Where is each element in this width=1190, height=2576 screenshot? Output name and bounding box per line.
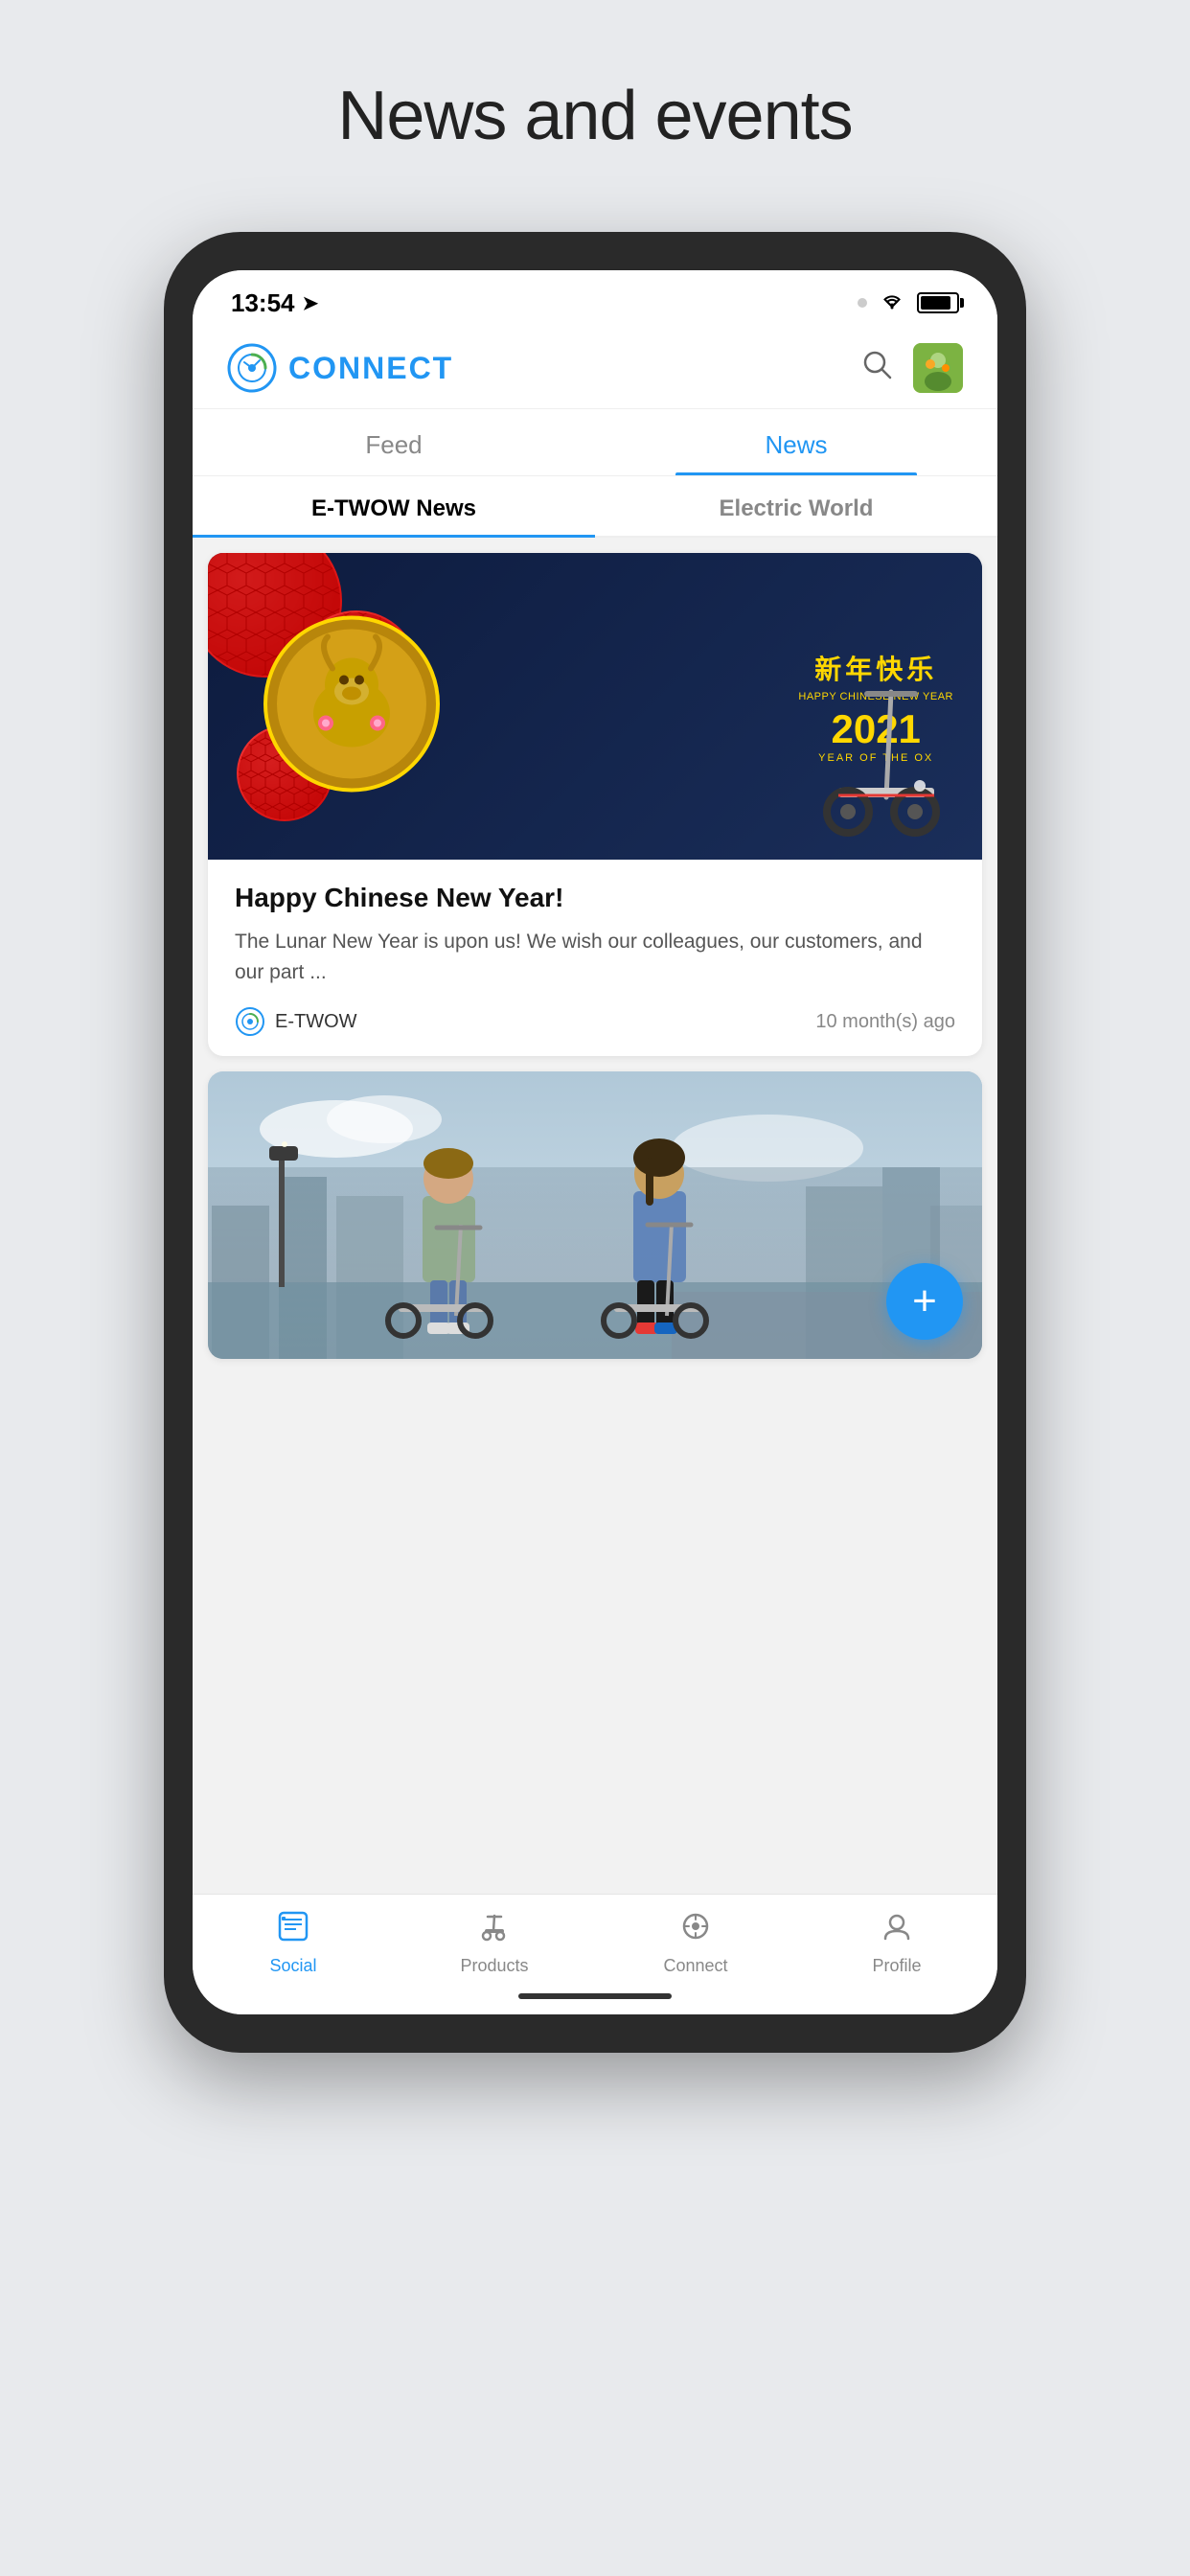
battery-fill	[921, 296, 950, 310]
products-label: Products	[460, 1956, 528, 1976]
tab-news[interactable]: News	[595, 409, 997, 475]
social-label: Social	[269, 1956, 316, 1976]
connect-label: Connect	[663, 1956, 727, 1976]
page-title: News and events	[337, 77, 852, 155]
logo-text: CONNECT	[288, 351, 453, 386]
app-logo-icon	[227, 343, 277, 393]
card-1-excerpt: The Lunar New Year is upon us! We wish o…	[235, 927, 955, 987]
news-card-1: 新年快乐 HAPPY CHINESE NEW YEAR 2021 YEAR OF…	[208, 553, 982, 1056]
card-1-time: 10 month(s) ago	[815, 1011, 955, 1033]
main-tabs: Feed News	[193, 409, 997, 476]
nav-item-products[interactable]: Products	[394, 1910, 595, 1976]
tab-feed-label: Feed	[365, 430, 422, 459]
logo-container: CONNECT	[227, 343, 453, 393]
profile-icon	[881, 1910, 913, 1950]
sub-tab-electric-world[interactable]: Electric World	[595, 476, 997, 536]
tab-news-label: News	[765, 430, 827, 459]
card-image-cny: 新年快乐 HAPPY CHINESE NEW YEAR 2021 YEAR OF…	[208, 553, 982, 860]
sub-tabs: E-TWOW News Electric World	[193, 476, 997, 538]
header-actions	[859, 343, 963, 393]
sub-tab-electric-world-label: Electric World	[720, 495, 874, 521]
navigation-arrow-icon: ➤	[303, 291, 319, 315]
products-icon	[478, 1910, 511, 1950]
page-wrapper: News and events 13:54 ➤	[0, 0, 1190, 2576]
etwow-logo-icon	[235, 1006, 265, 1037]
profile-label: Profile	[872, 1956, 921, 1976]
card-image-city: +	[208, 1071, 982, 1359]
fab-button[interactable]: +	[886, 1263, 963, 1340]
author-name: E-TWOW	[275, 1011, 357, 1033]
bottom-nav: Social Products	[193, 1894, 997, 1984]
content-area: 新年快乐 HAPPY CHINESE NEW YEAR 2021 YEAR OF…	[193, 538, 997, 1894]
user-avatar[interactable]	[913, 343, 963, 393]
status-bar: 13:54 ➤	[193, 270, 997, 328]
time-display: 13:54	[231, 288, 295, 318]
card-1-meta: E-TWOW 10 month(s) ago	[235, 1006, 955, 1037]
connect-icon	[679, 1910, 712, 1950]
nav-item-profile[interactable]: Profile	[796, 1910, 997, 1976]
signal-dot-icon	[858, 298, 867, 308]
home-indicator	[193, 1984, 997, 2014]
home-bar	[518, 1993, 672, 1999]
app-header: CONNECT	[193, 328, 997, 409]
nav-item-social[interactable]: Social	[193, 1910, 394, 1976]
card-1-title: Happy Chinese New Year!	[235, 883, 955, 913]
card-1-author: E-TWOW	[235, 1006, 357, 1037]
social-icon	[277, 1910, 309, 1950]
nav-item-connect[interactable]: Connect	[595, 1910, 796, 1976]
status-time: 13:54 ➤	[231, 288, 318, 318]
scooter-image	[810, 673, 963, 850]
phone-screen: 13:54 ➤	[193, 270, 997, 2014]
card-1-body: Happy Chinese New Year! The Lunar New Ye…	[208, 860, 982, 1056]
fab-label: +	[912, 1277, 937, 1325]
search-button[interactable]	[859, 347, 894, 390]
ox-medallion	[261, 613, 443, 800]
wifi-icon	[879, 289, 905, 316]
news-card-2: +	[208, 1071, 982, 1359]
phone-frame: 13:54 ➤	[164, 232, 1026, 2053]
tab-feed[interactable]: Feed	[193, 409, 595, 475]
sub-tab-etwow-news[interactable]: E-TWOW News	[193, 476, 595, 536]
sub-tab-etwow-label: E-TWOW News	[311, 495, 476, 521]
status-icons	[858, 289, 959, 316]
battery-icon	[917, 292, 959, 313]
